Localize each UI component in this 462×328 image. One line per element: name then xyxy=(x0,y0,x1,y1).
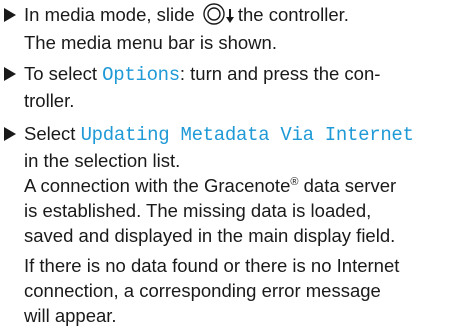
instruction-page: In media mode, slide the controller. The… xyxy=(0,0,462,328)
step-1: In media mode, slide the controller. The… xyxy=(0,2,460,55)
step-1-text-b: the controller. xyxy=(237,4,349,25)
updating-metadata-menu-item-label: Updating Metadata Via Internet xyxy=(80,124,414,146)
bullet-arrow-icon xyxy=(4,67,16,81)
step-3-line-7: connection, a corresponding error messag… xyxy=(24,280,381,301)
step-3-line-2: in the selection list. xyxy=(24,150,181,171)
step-2: To select Options: turn and press the co… xyxy=(0,61,460,113)
step-2-text-b: : turn and press the con- xyxy=(179,63,381,84)
step-3-line-1: Select Updating Metadata Via Internet xyxy=(0,121,460,148)
step-3: Select Updating Metadata Via Internet in… xyxy=(0,121,460,328)
step-2-line-2: troller. xyxy=(24,90,75,111)
step-2-text-a: To select xyxy=(24,63,103,84)
controller-icon xyxy=(203,3,225,25)
step-3-line-4: is established. The missing data is load… xyxy=(24,200,372,221)
step-3-line-8: will appear. xyxy=(24,305,117,326)
step-3-line-5: saved and displayed in the main display … xyxy=(24,225,396,246)
step-3-text-a2: A connection with the Gracenote xyxy=(24,175,291,196)
step-1-text-a: In media mode, slide xyxy=(24,4,200,25)
step-3-text-b2: data server xyxy=(298,175,397,196)
bullet-arrow-icon xyxy=(4,127,16,141)
step-3-line-3: A connection with the Gracenote® data se… xyxy=(0,173,460,198)
step-1-line-1: In media mode, slide the controller. xyxy=(0,2,460,30)
step-3-line-6: If there is no data found or there is no… xyxy=(24,255,400,276)
step-2-line-1: To select Options: turn and press the co… xyxy=(0,61,460,88)
step-1-line-2: The media menu bar is shown. xyxy=(24,32,277,53)
bullet-arrow-icon xyxy=(4,8,16,22)
options-menu-item-label: Options xyxy=(102,64,180,86)
slide-down-arrow-icon xyxy=(225,5,234,30)
step-3-text-a: Select xyxy=(24,123,81,144)
